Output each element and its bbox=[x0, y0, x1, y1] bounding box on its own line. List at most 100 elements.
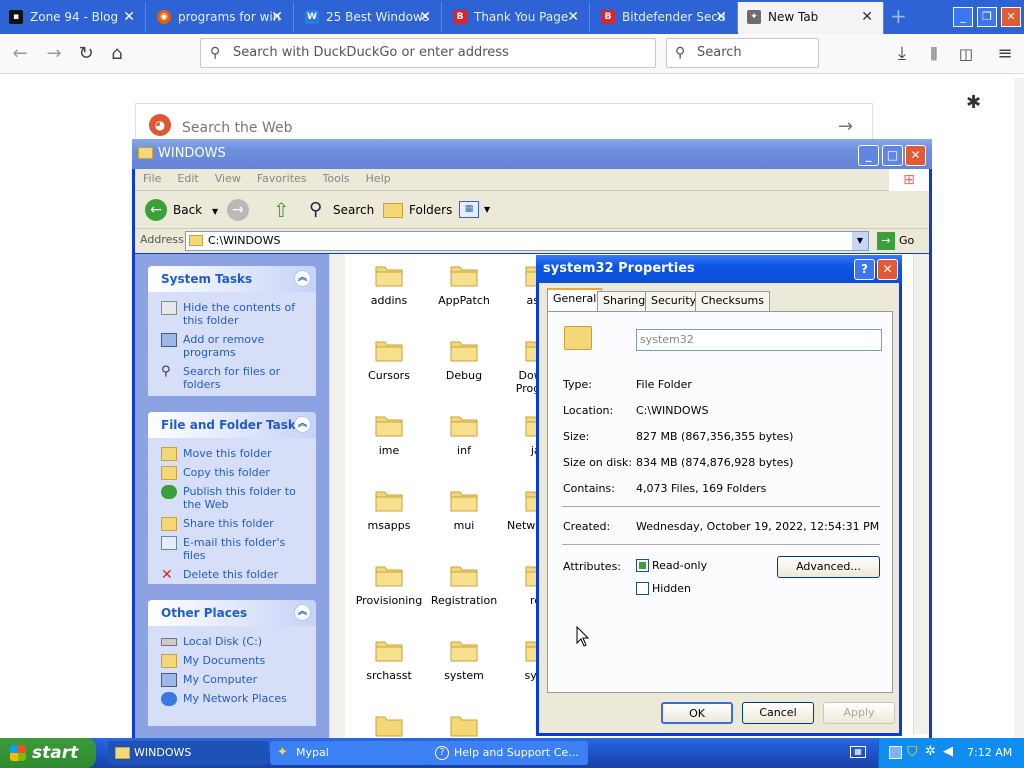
collapse-chevron-icon[interactable]: ︽ bbox=[294, 270, 311, 287]
panel-header[interactable]: System Tasks ︽ bbox=[148, 266, 316, 292]
sidebar-icon[interactable]: ◫ bbox=[954, 42, 978, 66]
dialog-title-bar[interactable]: system32 Properties ? ✕ bbox=[536, 255, 902, 283]
minimize-window-icon[interactable]: _ bbox=[953, 7, 973, 27]
submit-arrow-icon[interactable]: → bbox=[838, 116, 853, 137]
browser-tab-active[interactable]: ✦ New Tab ✕ bbox=[738, 2, 884, 34]
taskbar-button[interactable]: ✦ Mypal bbox=[270, 741, 430, 765]
keyboard-icon[interactable]: ▦ bbox=[850, 746, 866, 758]
home-icon[interactable]: ⌂ bbox=[105, 42, 129, 66]
task-link[interactable]: Share this folder bbox=[148, 514, 316, 533]
dropdown-arrow-icon[interactable]: ▼ bbox=[852, 232, 868, 250]
folder-item[interactable]: mui bbox=[426, 487, 502, 532]
security-shield-icon[interactable]: ⛉ bbox=[907, 745, 918, 759]
taskbar-button[interactable]: WINDOWS bbox=[108, 741, 268, 765]
browser-tab[interactable]: B Thank You Page ✕ bbox=[444, 2, 590, 32]
task-link[interactable]: ⚲ Search for files or folders bbox=[148, 362, 316, 394]
page-scrollbar[interactable] bbox=[1014, 78, 1024, 738]
go-button[interactable]: → Go bbox=[877, 231, 914, 251]
up-folder-icon[interactable]: ⇧ bbox=[273, 198, 295, 222]
menu-view[interactable]: View bbox=[207, 169, 249, 189]
explorer-title-bar[interactable]: WINDOWS _ □ ✕ bbox=[132, 139, 932, 169]
maximize-icon[interactable]: □ bbox=[882, 145, 903, 166]
task-link[interactable]: Copy this folder bbox=[148, 463, 316, 482]
minimize-icon[interactable]: _ bbox=[858, 145, 879, 166]
reload-icon[interactable]: ↻ bbox=[74, 42, 98, 66]
downloads-icon[interactable]: ⤓ bbox=[890, 42, 914, 66]
menu-hamburger-icon[interactable]: ≡ bbox=[993, 42, 1017, 66]
menu-edit[interactable]: Edit bbox=[169, 169, 206, 189]
task-link[interactable]: Move this folder bbox=[148, 444, 316, 463]
close-tab-icon[interactable]: ✕ bbox=[861, 2, 873, 32]
folder-item[interactable]: addins bbox=[351, 262, 427, 307]
close-icon[interactable]: ✕ bbox=[877, 259, 898, 280]
place-link[interactable]: My Documents bbox=[148, 651, 316, 670]
browser-tab[interactable]: W 25 Best Windows ✕ bbox=[296, 2, 442, 32]
collapse-chevron-icon[interactable]: ︽ bbox=[294, 604, 311, 621]
menu-favorites[interactable]: Favorites bbox=[249, 169, 315, 189]
place-link[interactable]: My Network Places bbox=[148, 689, 316, 708]
folder-item[interactable]: msapps bbox=[351, 487, 427, 532]
hidden-checkbox[interactable]: Hidden bbox=[636, 582, 691, 596]
browser-tab[interactable]: B Bitdefender Secu ✕ bbox=[592, 2, 738, 32]
readonly-checkbox[interactable]: Read-only bbox=[636, 559, 707, 573]
close-tab-icon[interactable]: ✕ bbox=[271, 2, 283, 32]
file-list-scrollbar[interactable] bbox=[913, 254, 929, 734]
newtab-search-box[interactable]: ◕ Search the Web → bbox=[135, 103, 873, 143]
folder-item[interactable]: inf bbox=[426, 412, 502, 457]
cancel-button[interactable]: Cancel bbox=[742, 702, 814, 724]
search-button[interactable]: ⚲ Search bbox=[307, 198, 374, 222]
close-tab-icon[interactable]: ✕ bbox=[123, 2, 135, 32]
network-icon[interactable] bbox=[889, 746, 902, 759]
close-window-icon[interactable]: ✕ bbox=[1001, 7, 1021, 27]
clock[interactable]: 7:12 AM bbox=[967, 738, 1012, 768]
folder-item[interactable]: AppPatch bbox=[426, 262, 502, 307]
folder-item[interactable]: system bbox=[426, 637, 502, 682]
tab-security[interactable]: Security bbox=[645, 291, 703, 311]
browser-tab[interactable]: ▪ Zone 94 - Blog ✕ bbox=[0, 2, 146, 32]
folder-item[interactable]: Cursors bbox=[351, 337, 427, 382]
menu-file[interactable]: File bbox=[135, 169, 169, 189]
address-bar[interactable]: ⚲ Search with DuckDuckGo or enter addres… bbox=[200, 38, 656, 68]
task-link[interactable]: Add or remove programs bbox=[148, 330, 316, 362]
tab-sharing[interactable]: Sharing bbox=[597, 291, 652, 311]
task-link[interactable]: Publish this folder to the Web bbox=[148, 482, 316, 514]
task-link[interactable]: Hide the contents of this folder bbox=[148, 298, 316, 330]
panel-header[interactable]: Other Places ︽ bbox=[148, 600, 316, 626]
volume-icon[interactable]: ◀ bbox=[943, 745, 953, 759]
task-link[interactable]: ✕ Delete this folder bbox=[148, 565, 316, 584]
address-field[interactable]: C:\WINDOWS ▼ bbox=[185, 231, 869, 251]
file-list-scrollbar-left[interactable] bbox=[329, 254, 345, 739]
menu-tools[interactable]: Tools bbox=[315, 169, 358, 189]
views-button[interactable]: ▦ ▼ bbox=[457, 198, 493, 222]
browser-tab[interactable]: ◉ programs for win ✕ bbox=[148, 2, 294, 32]
tab-general[interactable]: General bbox=[547, 288, 603, 312]
back-arrow-icon[interactable]: ← bbox=[8, 42, 32, 66]
close-icon[interactable]: ✕ bbox=[905, 145, 926, 166]
ok-button[interactable]: OK bbox=[661, 702, 733, 724]
folder-item[interactable]: srchasst bbox=[351, 637, 427, 682]
wireless-icon[interactable]: ✲ bbox=[925, 745, 936, 759]
folders-button[interactable]: Folders bbox=[381, 198, 452, 222]
help-icon[interactable]: ? bbox=[854, 259, 875, 280]
apply-button[interactable]: Apply bbox=[823, 702, 895, 724]
gear-icon[interactable]: ✱ bbox=[966, 92, 981, 113]
collapse-chevron-icon[interactable]: ︽ bbox=[294, 416, 311, 433]
tab-checksums[interactable]: Checksums bbox=[695, 291, 770, 311]
start-button[interactable]: start bbox=[0, 738, 96, 768]
place-link[interactable]: Local Disk (C:) bbox=[148, 632, 316, 651]
restore-window-icon[interactable]: ❐ bbox=[977, 7, 997, 27]
folder-item[interactable]: Debug bbox=[426, 337, 502, 382]
folder-item[interactable]: Provisioning bbox=[351, 562, 427, 607]
folder-item[interactable]: ime bbox=[351, 412, 427, 457]
close-tab-icon[interactable]: ✕ bbox=[567, 2, 579, 32]
place-link[interactable]: My Computer bbox=[148, 670, 316, 689]
close-tab-icon[interactable]: ✕ bbox=[715, 2, 727, 32]
task-link[interactable]: E-mail this folder's files bbox=[148, 533, 316, 565]
taskbar-button[interactable]: ? Help and Support Ce... bbox=[428, 741, 588, 765]
back-button[interactable]: ← Back ▼ bbox=[145, 198, 218, 222]
advanced-button[interactable]: Advanced... bbox=[777, 556, 880, 578]
menu-help[interactable]: Help bbox=[358, 169, 399, 189]
folder-item[interactable]: Registration bbox=[426, 562, 502, 607]
search-bar[interactable]: ⚲ Search bbox=[666, 38, 819, 68]
forward-arrow-icon[interactable]: → bbox=[42, 42, 66, 66]
